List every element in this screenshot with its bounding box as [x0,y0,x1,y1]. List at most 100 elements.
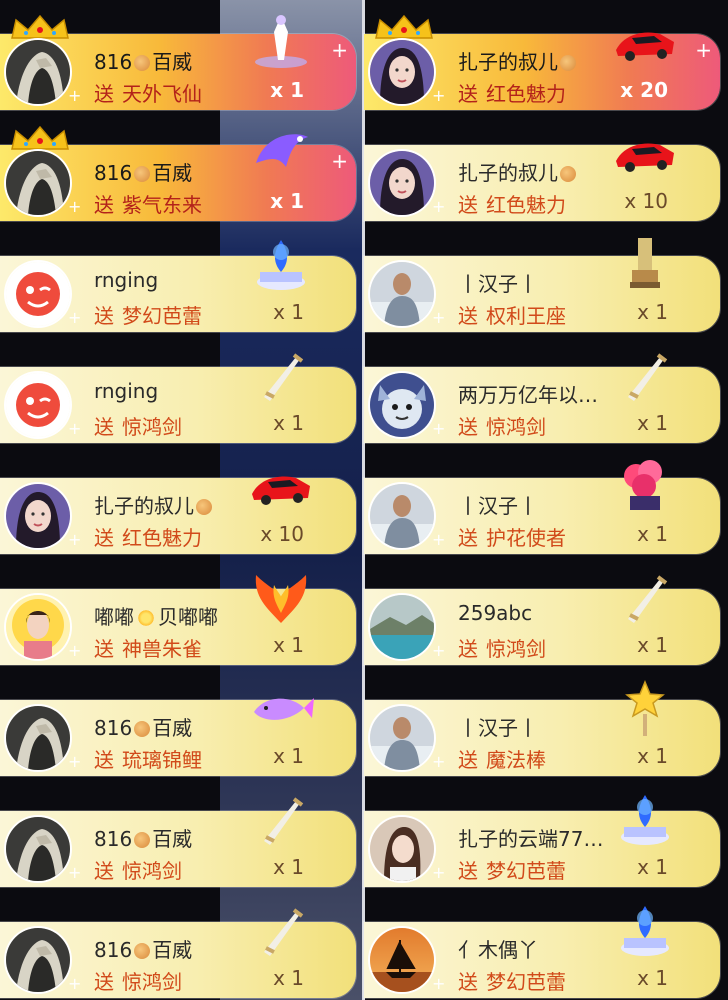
sender-name[interactable]: rnging [94,379,158,403]
fairy-icon [246,12,316,72]
sender-name[interactable]: 816 百威 [94,823,192,852]
sender-name[interactable]: 816 百威 [94,712,192,741]
gift-message-card[interactable]: 扎子的云端77… 送梦幻芭蕾 x 1 + [364,795,720,887]
gift-description: 送红色魅力 [458,189,566,218]
gift-message-card[interactable]: 816 百威送紫气东来 x 1 + + [0,125,356,221]
sender-name[interactable]: 扎子的叔儿 [458,157,578,186]
gift-name: 惊鸿剑 [486,415,546,439]
gift-message-card[interactable]: 丨汉子丨送权利王座 x 1 + [364,238,720,332]
sender-name-suffix: 百威 [152,50,193,74]
bear-badge-icon [134,166,151,182]
sender-name[interactable]: 丨汉子丨 [458,490,538,519]
sparkle-icon: + [68,197,82,216]
gift-name: 梦幻芭蕾 [486,970,566,994]
user-avatar[interactable] [370,373,434,437]
gift-message-card[interactable]: 扎子的叔儿送红色魅力 x 20 + + [364,14,720,110]
sender-name[interactable]: 扎子的叔儿 [458,46,578,75]
sparkle-icon: + [68,419,82,438]
sender-name[interactable]: 816 百威 [94,934,192,963]
user-avatar[interactable] [370,40,434,104]
sender-name[interactable]: 816 百威 [94,157,192,186]
user-avatar[interactable] [6,262,70,326]
gift-message-card[interactable]: 816 百威送惊鸿剑 x 1 + [0,797,356,887]
sparkle-icon: + [68,752,82,771]
sender-name-text: 丨汉子丨 [458,494,538,518]
gift-count: x 1 [273,411,304,435]
user-avatar[interactable] [370,484,434,548]
sender-name-text: 816 [94,161,133,185]
ballet-music-box-icon [610,789,680,849]
user-avatar[interactable] [6,151,70,215]
gift-description: 送梦幻芭蕾 [458,966,566,995]
gift-description: 送惊鸿剑 [94,411,182,440]
gift-verb: 送 [458,304,478,328]
user-avatar[interactable] [370,928,434,992]
user-avatar[interactable] [370,151,434,215]
gift-message-card[interactable]: 259abc 送惊鸿剑 x 1 + [364,575,720,665]
sender-name[interactable]: 扎子的云端77… [458,823,603,852]
ballet-music-box-icon [610,900,680,960]
bear-badge-icon [560,166,576,182]
user-avatar[interactable] [6,817,70,881]
gift-verb: 送 [94,637,114,661]
bear-badge-icon [134,721,151,737]
gift-name: 护花使者 [486,526,566,550]
user-avatar[interactable] [6,484,70,548]
gift-message-card[interactable]: 亻木偶丫送梦幻芭蕾 x 1 + [364,906,720,998]
user-avatar[interactable] [6,595,70,659]
sender-name[interactable]: 丨汉子丨 [458,268,538,297]
gift-name: 梦幻芭蕾 [486,859,566,883]
sender-name-suffix: 贝嘟嘟 [158,605,218,629]
sword-icon [246,789,316,849]
gift-name: 神兽朱雀 [122,637,202,661]
sender-name-text: 816 [94,50,133,74]
gift-count: x 1 [273,966,304,990]
gift-name: 惊鸿剑 [122,859,182,883]
gift-message-card[interactable]: 816 百威送天外飞仙 x 1 + + [0,14,356,110]
gift-verb: 送 [458,859,478,883]
gift-message-card[interactable]: 扎子的叔儿送红色魅力 x 10 + [364,143,720,221]
sender-name[interactable]: 816 百威 [94,46,192,75]
gift-message-card[interactable]: rnging 送梦幻芭蕾 x 1 + [0,240,356,332]
gift-description: 送紫气东来 [94,189,202,218]
gift-name: 红色魅力 [486,193,566,217]
gift-message-card[interactable]: 丨汉子丨送魔法棒 x 1 + [364,680,720,776]
user-avatar[interactable] [370,817,434,881]
gift-message-card[interactable]: 丨汉子丨送护花使者 x 1 + [364,460,720,554]
gift-message-card[interactable]: 两万万亿年以… 送惊鸿剑 x 1 + [364,353,720,443]
sender-name-suffix: 百威 [152,161,193,185]
gift-count: x 1 [637,744,668,768]
gift-name: 惊鸿剑 [122,970,182,994]
sender-name-text: 259abc [458,601,533,625]
gift-description: 送红色魅力 [458,78,566,107]
sender-name-text: 两万万亿年以… [458,383,598,407]
gift-message-card[interactable]: 816 百威送惊鸿剑 x 1 + [0,908,356,998]
user-avatar[interactable] [370,262,434,326]
user-avatar[interactable] [6,40,70,104]
sender-name-text: 扎子的叔儿 [94,494,194,518]
gift-message-card[interactable]: 扎子的叔儿送红色魅力 x 10 + [0,476,356,554]
sender-name[interactable]: rnging [94,268,158,292]
gift-message-card[interactable]: 816 百威送琉璃锦鲤 x 1 + [0,698,356,776]
crown-icon [372,14,436,40]
sender-name[interactable]: 259abc [458,601,532,625]
sender-name-text: 816 [94,827,133,851]
gift-description: 送神兽朱雀 [94,633,202,662]
gift-message-card[interactable]: 嘟嘟 贝嘟嘟送神兽朱雀 x 1 + [0,575,356,665]
sender-name[interactable]: 扎子的叔儿 [94,490,214,519]
sender-name[interactable]: 两万万亿年以… [458,379,598,408]
user-avatar[interactable] [6,706,70,770]
sender-name[interactable]: 丨汉子丨 [458,712,538,741]
gift-verb: 送 [94,304,114,328]
gift-feed-right-column: 扎子的叔儿送红色魅力 x 20 + + 扎子的叔儿送红色魅力 x 10 + 丨汉子丨送权利王座… [364,0,728,1000]
user-avatar[interactable] [370,595,434,659]
gift-name: 红色魅力 [122,526,202,550]
user-avatar[interactable] [6,373,70,437]
gift-message-card[interactable]: rnging 送惊鸿剑 x 1 + [0,353,356,443]
sender-name[interactable]: 嘟嘟 贝嘟嘟 [94,601,218,630]
user-avatar[interactable] [6,928,70,992]
sender-name[interactable]: 亻木偶丫 [458,934,538,963]
user-avatar[interactable] [370,706,434,770]
gift-description: 送护花使者 [458,522,566,551]
red-sports-car-icon [610,123,680,183]
